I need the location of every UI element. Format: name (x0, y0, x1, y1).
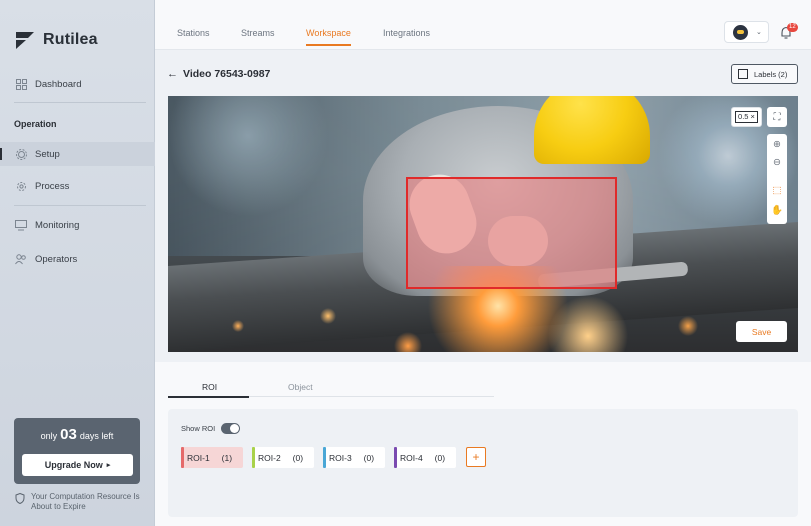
show-roi-label: Show ROI (181, 424, 216, 433)
expire-note: Your Computation Resource Is About to Ex… (15, 492, 145, 511)
roi-label: ROI-3 (329, 452, 352, 463)
roi-count: (1) (221, 452, 233, 463)
roi-chip-4[interactable]: ROI-4 (0) (394, 447, 456, 468)
roi-count: (0) (363, 452, 375, 463)
setup-icon (15, 148, 27, 160)
sidebar-item-label: Operators (35, 253, 78, 265)
video-title: Video 76543-0987 (183, 68, 271, 80)
roi-panel: Show ROI ROI-1 (1) ROI-2 (0) ROI-3 (0) R… (168, 409, 798, 517)
tab-object[interactable]: Object (288, 382, 313, 392)
tab-stations[interactable]: Stations (177, 28, 210, 38)
trial-box: only 03 days left Upgrade Now ▸ (14, 418, 140, 484)
sidebar-item-monitoring[interactable]: Monitoring (0, 213, 155, 237)
trial-text: only 03 days left (14, 426, 140, 443)
zoom-level[interactable]: 0.5 × (731, 107, 762, 127)
trial-prefix: only (40, 431, 58, 441)
labels-button[interactable]: Labels (2) (731, 64, 798, 84)
roi-label: ROI-1 (187, 452, 210, 463)
trial-days: 03 (60, 426, 77, 443)
dashboard-icon (15, 78, 27, 90)
roi-region[interactable] (406, 177, 617, 289)
avatar (733, 24, 748, 40)
label-box-icon (738, 69, 748, 79)
chevron-down-icon: ⌄ (756, 29, 762, 36)
tab-active-indicator (168, 396, 249, 398)
roi-count: (0) (434, 452, 446, 463)
sidebar-item-label: Dashboard (35, 78, 82, 90)
tool-stack: ⊕ ⊖ ⬚ ✋ (767, 134, 787, 224)
user-menu[interactable]: ⌄ (724, 21, 769, 43)
tab-integrations[interactable]: Integrations (383, 28, 430, 38)
chevron-right-icon: ▸ (106, 462, 111, 469)
zoom-level-label: 0.5 × (735, 111, 758, 123)
sidebar-item-label: Monitoring (35, 219, 80, 231)
sidebar-item-label: Process (35, 180, 70, 192)
sidebar: Rutilea Dashboard Operation Setup Proces… (0, 0, 155, 526)
expire-note-text: Your Computation Resource Is About to Ex… (31, 492, 140, 511)
tab-workspace[interactable]: Workspace (306, 28, 351, 46)
sidebar-item-label: Setup (35, 148, 60, 160)
roi-color-bar (181, 447, 184, 468)
roi-color-bar (323, 447, 326, 468)
roi-draw-icon[interactable]: ⬚ (767, 180, 787, 200)
sidebar-item-dashboard[interactable]: Dashboard (0, 72, 155, 96)
show-roi-row: Show ROI (181, 423, 241, 434)
process-icon (15, 180, 27, 192)
save-button[interactable]: Save (736, 321, 787, 342)
labels-button-label: Labels (2) (754, 69, 788, 79)
tab-streams[interactable]: Streams (241, 28, 275, 38)
zoom-in-icon[interactable]: ⊕ (767, 134, 787, 154)
sidebar-item-process[interactable]: Process (0, 174, 155, 198)
video-helmet (534, 96, 650, 164)
sidebar-divider (14, 205, 146, 206)
monitoring-icon (15, 219, 27, 231)
show-roi-toggle[interactable] (221, 423, 241, 434)
app-name: Rutilea (43, 31, 98, 48)
tab-roi[interactable]: ROI (202, 382, 217, 392)
fullscreen-icon[interactable]: ⛶ (767, 107, 787, 127)
roi-count: (0) (292, 452, 304, 463)
roi-chip-1[interactable]: ROI-1 (1) (181, 447, 243, 468)
roi-chip-2[interactable]: ROI-2 (0) (252, 447, 314, 468)
sidebar-item-operators[interactable]: Operators (0, 247, 155, 271)
topbar: Stations Streams Workspace Integrations (155, 0, 811, 50)
logo-mark-icon (16, 32, 34, 49)
shield-icon (15, 493, 25, 504)
sidebar-item-setup[interactable]: Setup (0, 142, 155, 166)
trial-suffix: days left (79, 431, 114, 441)
back-arrow-icon[interactable]: ← (167, 68, 178, 80)
zoom-out-icon[interactable]: ⊖ (767, 152, 787, 172)
roi-label: ROI-2 (258, 452, 281, 463)
video-canvas[interactable]: 0.5 × ⛶ ⊕ ⊖ ⬚ ✋ Save (168, 96, 798, 352)
operators-icon (15, 253, 27, 265)
notification-badge: 12 (787, 23, 798, 32)
section-title: Operation (14, 119, 57, 129)
upgrade-now-button[interactable]: Upgrade Now ▸ (22, 454, 133, 476)
pan-hand-icon[interactable]: ✋ (767, 200, 787, 220)
roi-label: ROI-4 (400, 452, 423, 463)
logo[interactable]: Rutilea (14, 29, 98, 51)
roi-color-bar (252, 447, 255, 468)
roi-chip-3[interactable]: ROI-3 (0) (323, 447, 385, 468)
sidebar-divider (14, 102, 146, 103)
roi-color-bar (394, 447, 397, 468)
add-roi-button[interactable]: + (466, 447, 486, 467)
upgrade-label: Upgrade Now (44, 460, 103, 470)
